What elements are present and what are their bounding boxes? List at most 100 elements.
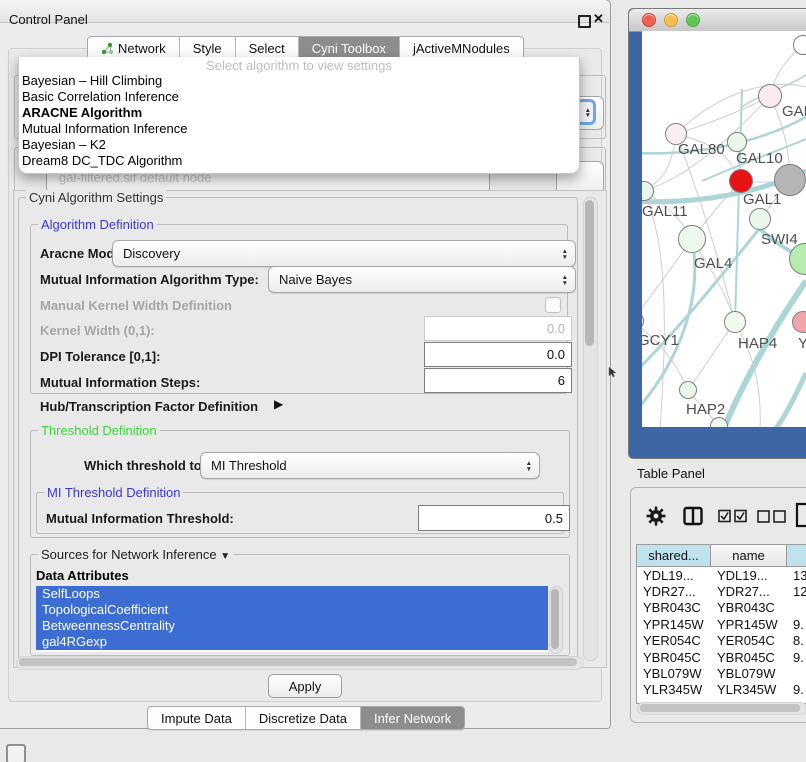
table-row[interactable]: YER054CYER054C8. <box>637 633 806 649</box>
control-panel-bottom-tabs: Impute Data Discretize Data Infer Network <box>147 706 465 730</box>
manual-kernel-label: Manual Kernel Width Definition <box>40 298 232 313</box>
attribute-item-gal4rgexp[interactable]: gal4RGexp <box>36 634 548 650</box>
table-row[interactable]: YBL079WYBL079W <box>637 665 806 681</box>
network-canvas[interactable]: GALGAL80GAL10GAL1GAL11SWI4GAL4HAP4YGCY1H… <box>642 31 806 427</box>
settings-scrollbar-thumb[interactable] <box>585 200 594 346</box>
float-panel-icon[interactable] <box>578 15 591 28</box>
manual-kernel-checkbox[interactable] <box>545 297 561 313</box>
table-cell: YDL19... <box>637 567 711 583</box>
table-cell: YBL079W <box>637 665 711 681</box>
table-cell: 9. <box>787 616 806 632</box>
table-row[interactable]: YDR27...YDR27...12 <box>637 583 806 599</box>
dpi-tolerance-field[interactable]: 0.0 <box>424 342 572 367</box>
column-view-icon[interactable] <box>683 506 703 526</box>
algorithm-option-mutual-information-inference[interactable]: Mutual Information Inference <box>19 121 579 137</box>
table-cell: YBR045C <box>711 649 787 665</box>
table-cell: YLR345W <box>711 682 787 698</box>
settings-hscrollbar-thumb[interactable] <box>19 658 577 666</box>
network-node-gal1[interactable] <box>729 169 753 193</box>
node-label-gal80: GAL80 <box>678 141 725 158</box>
mi-type-label: Mutual Information Algorithm Type: <box>40 272 259 287</box>
bottom-tab-discretize-data[interactable]: Discretize Data <box>245 707 360 729</box>
mi-threshold-title: MI Threshold Definition <box>44 485 183 500</box>
sources-title-text: Sources for Network Inference <box>41 547 217 562</box>
tab-select[interactable]: Select <box>235 37 298 59</box>
panel-dock-icon[interactable] <box>6 744 26 762</box>
which-threshold-select[interactable]: MI Threshold ▲▼ <box>200 452 540 479</box>
gear-icon[interactable] <box>645 505 667 527</box>
export-table-icon[interactable] <box>795 502 806 528</box>
zoom-window-icon[interactable] <box>686 13 700 27</box>
network-node-hap2[interactable] <box>679 381 697 399</box>
network-node[interactable] <box>793 35 806 55</box>
settings-scrollbar[interactable] <box>583 197 598 661</box>
tab-label: jActiveMNodules <box>413 41 510 56</box>
network-node-swi4[interactable] <box>749 208 771 230</box>
table-row[interactable]: YDL19...YDL19...13 <box>637 567 806 583</box>
mi-steps-field[interactable]: 6 <box>424 368 572 393</box>
collapse-arrow-right-icon[interactable]: ▶ <box>274 397 283 411</box>
bottom-tab-infer-network[interactable]: Infer Network <box>360 707 464 729</box>
table-cell <box>787 665 806 681</box>
network-node-gal10[interactable] <box>727 132 747 152</box>
apply-button-label: Apply <box>289 679 322 694</box>
node-attribute-table[interactable]: shared...name YDL19...YDL19...13YDR27...… <box>636 544 806 704</box>
node-label-swi4: SWI4 <box>761 231 798 248</box>
table-column-header[interactable]: shared... <box>637 545 711 566</box>
collapse-arrow-down-icon[interactable]: ▼ <box>220 551 230 562</box>
close-window-icon[interactable] <box>642 13 656 27</box>
attribute-item-betweennesscentrality[interactable]: BetweennessCentrality <box>36 618 548 634</box>
threshold-definition-title: Threshold Definition <box>38 423 160 438</box>
mi-threshold-field[interactable]: 0.5 <box>418 505 570 531</box>
table-cell: YBL079W <box>711 665 787 681</box>
attribute-item-selfloops[interactable]: SelfLoops <box>36 586 548 602</box>
kernel-width-field[interactable]: 0.0 <box>424 316 572 341</box>
table-column-header[interactable]: name <box>711 545 787 566</box>
table-cell <box>787 600 806 616</box>
mi-type-value: Naive Bayes <box>279 272 352 287</box>
cyni-settings-title: Cyni Algorithm Settings <box>26 190 166 205</box>
table-row[interactable]: YBR043CYBR043C <box>637 600 806 616</box>
table-row[interactable]: YLR345WYLR345W9. <box>637 682 806 698</box>
table-hscrollbar[interactable] <box>637 702 806 715</box>
mi-type-select[interactable]: Naive Bayes ▲▼ <box>268 266 576 293</box>
attributes-scrollbar-thumb[interactable] <box>551 589 559 649</box>
aracne-mode-select[interactable]: Discovery ▲▼ <box>112 240 576 267</box>
tab-jactivemnodules[interactable]: jActiveMNodules <box>399 37 523 59</box>
table-hscrollbar-thumb[interactable] <box>640 704 800 712</box>
data-attributes-list: SelfLoopsTopologicalCoefficientBetweenne… <box>36 586 548 652</box>
table-row[interactable]: YBR045CYBR045C9. <box>637 649 806 665</box>
attribute-item-topologicalcoefficient[interactable]: TopologicalCoefficient <box>36 602 548 618</box>
algorithm-option-bayesian-k2[interactable]: Bayesian – K2 <box>19 137 579 153</box>
attributes-scrollbar[interactable] <box>549 586 563 654</box>
node-label-gal1: GAL1 <box>743 191 781 208</box>
spinner-arrows-icon: ▲▼ <box>585 103 591 123</box>
table-row[interactable]: YPR145WYPR145W9. <box>637 616 806 632</box>
algorithm-option-dream8-dc-tdc-algorithm[interactable]: Dream8 DC_TDC Algorithm <box>19 153 579 169</box>
which-threshold-value: MI Threshold <box>211 458 287 473</box>
table-column-header[interactable] <box>787 545 806 566</box>
tab-network[interactable]: Network <box>88 37 179 59</box>
checked-boxes-icon[interactable] <box>718 509 748 523</box>
algorithm-option-bayesian-hill-climbing[interactable]: Bayesian – Hill Climbing <box>19 73 579 89</box>
tab-cyni-toolbox[interactable]: Cyni Toolbox <box>298 37 399 59</box>
apply-button[interactable]: Apply <box>268 674 342 698</box>
table-cell: YBR043C <box>637 600 711 616</box>
table-cell: YDL19... <box>711 567 787 583</box>
unchecked-boxes-icon[interactable] <box>757 510 787 523</box>
network-edges <box>642 31 806 427</box>
network-window-titlebar[interactable] <box>629 9 806 32</box>
settings-hscrollbar[interactable] <box>16 656 584 670</box>
table-panel-title: Table Panel <box>637 466 705 481</box>
bottom-tab-impute-data[interactable]: Impute Data <box>148 707 245 729</box>
tab-style[interactable]: Style <box>179 37 235 59</box>
network-node-hap4[interactable] <box>724 311 746 333</box>
minimize-window-icon[interactable] <box>664 13 678 27</box>
algorithm-option-basic-correlation-inference[interactable]: Basic Correlation Inference <box>19 89 579 105</box>
algorithm-option-aracne-algorithm[interactable]: ARACNE Algorithm <box>19 105 579 121</box>
close-panel-icon[interactable]: ✕ <box>593 11 604 27</box>
table-cell: YPR145W <box>637 616 711 632</box>
network-node-gal[interactable] <box>758 84 782 108</box>
network-node-gal4[interactable] <box>678 225 706 253</box>
tab-label: Discretize Data <box>259 711 347 726</box>
